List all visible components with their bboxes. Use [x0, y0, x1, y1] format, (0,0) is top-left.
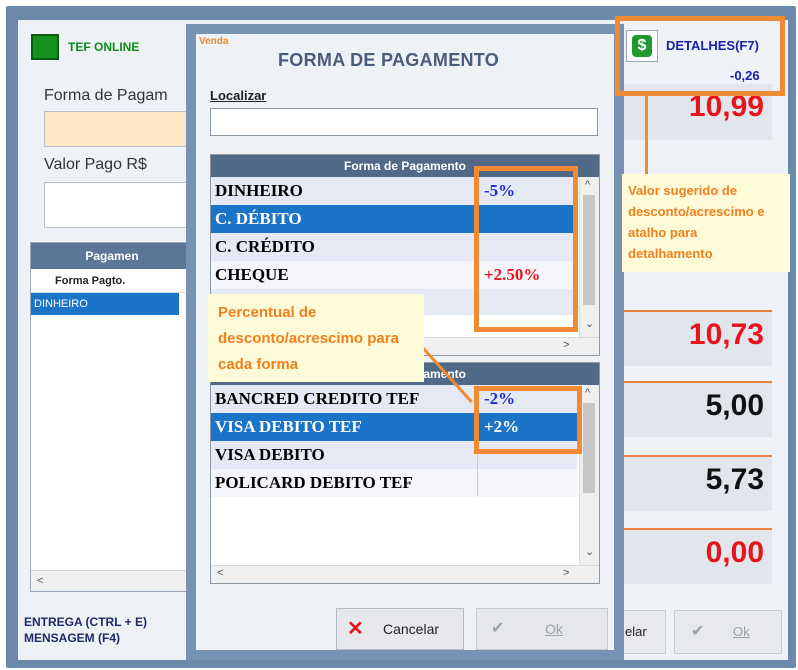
- chevron-down-icon[interactable]: ⌄: [585, 317, 594, 330]
- pagamentos-column-header[interactable]: Forma Pagto.: [31, 269, 193, 293]
- paid-value-box: 5,00: [620, 381, 772, 437]
- pagamentos-hscroll[interactable]: <: [31, 570, 193, 591]
- annotation-box-percent-grid1: [474, 166, 578, 332]
- pagamentos-header: Pagamen: [31, 243, 193, 269]
- venda-tag: Venda: [199, 36, 229, 47]
- annotation-line: [645, 96, 648, 174]
- localizar-input[interactable]: [210, 108, 598, 136]
- remaining-value: 5,73: [705, 463, 764, 496]
- grid-row-label: BANCRED CREDITO TEF: [215, 389, 420, 408]
- annotation-box-details: [615, 16, 785, 96]
- grid-row-policard[interactable]: POLICARD DEBITO TEF: [211, 469, 577, 497]
- shortcut-entrega: ENTREGA (CTRL + E): [24, 615, 148, 629]
- grid-row-label: DINHEIRO: [215, 181, 303, 200]
- remaining-value-box: 5,73: [620, 455, 772, 511]
- pagamentos-row[interactable]: DINHEIRO: [31, 293, 179, 315]
- cancel-button[interactable]: ✕ Cancelar: [336, 608, 464, 650]
- chevron-left-icon[interactable]: <: [37, 575, 43, 587]
- forma-pagamento-label: Forma de Pagam: [44, 87, 168, 104]
- grid-row-label: CHEQUE: [215, 265, 289, 284]
- tef-status-indicator: [31, 34, 59, 60]
- chevron-down-icon[interactable]: ⌄: [585, 545, 594, 558]
- change-value-box: 0,00: [620, 528, 772, 584]
- check-icon: ✔: [691, 623, 705, 640]
- pagamentos-table: Pagamen Forma Pagto. DINHEIRO <: [30, 242, 194, 592]
- background-ok-label: Ok: [733, 624, 750, 639]
- forma-pagamento-input[interactable]: [44, 111, 194, 147]
- grid-vscroll[interactable]: ^ ⌄: [579, 177, 599, 337]
- ok-button[interactable]: ✔ Ok: [476, 608, 608, 650]
- change-value: 0,00: [705, 536, 764, 569]
- grid-row-label: POLICARD DEBITO TEF: [215, 473, 413, 492]
- localizar-label: Localizar: [210, 88, 267, 103]
- grid-row-label: VISA DEBITO: [215, 445, 325, 464]
- grid-hscroll[interactable]: < >: [211, 565, 599, 583]
- annotation-callout-left: Percentual de desconto/acrescimo para ca…: [208, 294, 424, 382]
- grid-vscroll[interactable]: ^ ⌄: [579, 385, 599, 565]
- scroll-thumb[interactable]: [583, 403, 595, 493]
- modal-title: FORMA DE PAGAMENTO: [278, 50, 500, 70]
- shortcut-mensagem: MENSAGEM (F4): [24, 631, 120, 645]
- chevron-right-icon[interactable]: >: [563, 567, 569, 579]
- grid-row-label: VISA DEBITO TEF: [215, 417, 362, 436]
- scroll-thumb[interactable]: [583, 195, 595, 305]
- grid-divider: [477, 469, 478, 497]
- annotation-box-percent-grid2: [474, 386, 582, 454]
- grid-row-label: C. CRÉDITO: [215, 237, 315, 256]
- chevron-right-icon[interactable]: >: [563, 339, 569, 351]
- grid-row-label: C. DÉBITO: [215, 209, 302, 228]
- background-ok-button[interactable]: ✔ Ok: [674, 610, 782, 654]
- paid-value: 5,00: [705, 389, 764, 422]
- valor-pago-label: Valor Pago R$: [44, 156, 147, 173]
- chevron-left-icon[interactable]: <: [217, 567, 223, 579]
- check-icon: ✔: [491, 620, 505, 637]
- annotation-callout-right: Valor sugerido de desconto/acrescimo e a…: [622, 174, 790, 272]
- net-value: 10,73: [688, 318, 764, 351]
- chevron-up-icon[interactable]: ^: [585, 387, 590, 399]
- valor-pago-input[interactable]: [44, 182, 194, 228]
- net-value-box: 10,73: [620, 310, 772, 366]
- cancel-x-icon: ✕: [347, 618, 364, 640]
- tef-status-label: TEF ONLINE: [68, 40, 140, 54]
- cancel-button-label: Cancelar: [383, 621, 440, 637]
- chevron-up-icon[interactable]: ^: [585, 179, 590, 191]
- ok-button-label: Ok: [545, 621, 563, 637]
- shortcuts-text: ENTREGA (CTRL + E) MENSAGEM (F4): [24, 614, 147, 646]
